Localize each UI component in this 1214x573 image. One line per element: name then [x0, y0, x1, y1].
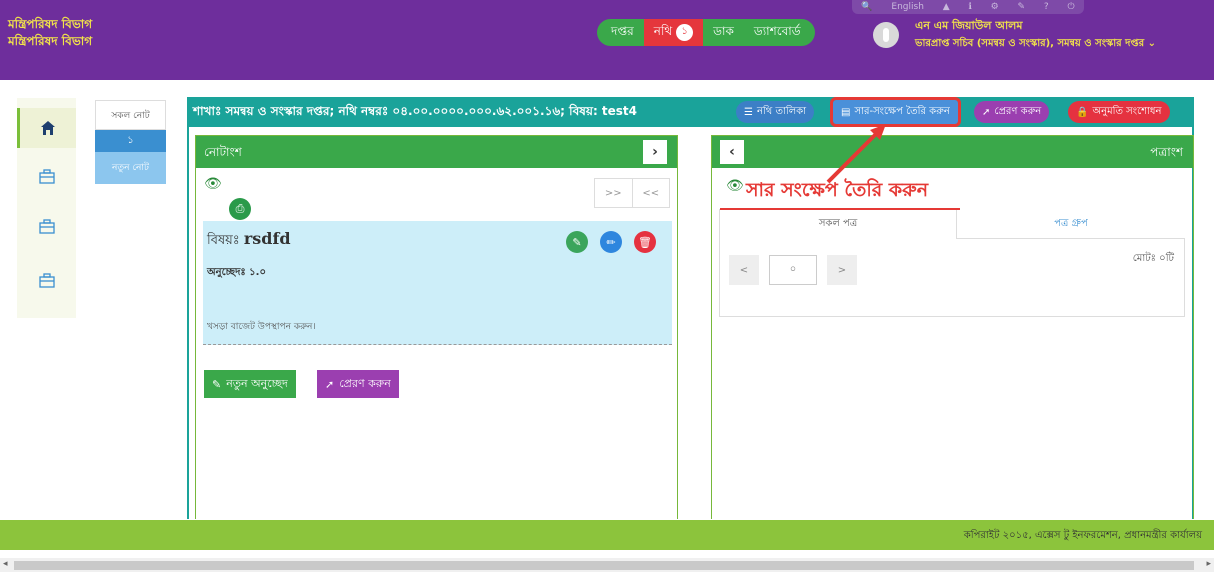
- tab-all-letters[interactable]: সকল পত্র: [719, 209, 957, 239]
- send-icon: ➚: [325, 377, 335, 391]
- letter-tabs: সকল পত্র পত্র গ্রুপ: [719, 209, 1185, 239]
- letter-total: মোটঃ ০টি: [1132, 253, 1174, 264]
- edit-icon[interactable]: ✎: [1018, 2, 1026, 12]
- settings-icon[interactable]: ⚙: [991, 2, 999, 12]
- page-number-input[interactable]: ০: [769, 255, 817, 285]
- letter-panel-title: পত্রাংশ: [1150, 145, 1183, 159]
- user-role-label: ভারপ্রাপ্ত সচিব (সমন্বয় ও সংস্কার), সমন…: [915, 38, 1145, 49]
- scroll-left-icon[interactable]: ◂: [3, 559, 8, 569]
- note-count-badge: ১: [676, 24, 694, 41]
- all-notes-tab[interactable]: সকল নোট: [95, 100, 166, 130]
- scrollbar-thumb[interactable]: [14, 561, 1194, 570]
- scroll-right-icon[interactable]: ▸: [1206, 559, 1211, 569]
- org-name: মন্ত্রিপরিষদ বিভাগ মন্ত্রিপরিষদ বিভাগ: [8, 16, 92, 50]
- document-icon: ▤: [841, 106, 851, 118]
- attachment-icon[interactable]: ✎: [566, 231, 588, 253]
- briefcase-icon[interactable]: [17, 206, 76, 246]
- note-card: বিষয়ঃ rsdfd অনুচ্ছেদঃ ১.০ খসড়া বাজেট উ…: [203, 221, 672, 345]
- nav-dashboard[interactable]: ড্যাশবোর্ড: [743, 19, 815, 46]
- nav-dak[interactable]: ডাক: [703, 19, 744, 46]
- header: মন্ত্রিপরিষদ বিভাগ মন্ত্রিপরিষদ বিভাগ 🔍 …: [0, 0, 1214, 80]
- file-toolbar: শাখাঃ সমন্বয় ও সংস্কার দপ্তর; নথি নম্বর…: [187, 97, 1194, 127]
- letter-panel-header: ‹ পত্রাংশ: [712, 136, 1193, 168]
- note-panel: নোটাংশ › 👁 >> << ⎙ বিষয়ঃ rsdfd অনুচ্ছেদ…: [195, 135, 678, 519]
- language-select[interactable]: English: [891, 2, 924, 12]
- home-icon[interactable]: [17, 108, 76, 148]
- subject-label: বিষয়ঃ: [207, 233, 240, 248]
- note-send-button[interactable]: ➚ প্রেরণ করুন: [317, 370, 399, 398]
- next-page-button[interactable]: >>: [595, 179, 633, 207]
- org-line-1: মন্ত্রিপরিষদ বিভাগ: [8, 17, 93, 31]
- send-icon: ➚: [982, 106, 991, 118]
- user-name: এন এম জিয়াউল আলম: [915, 19, 1023, 32]
- chevron-left-icon[interactable]: ‹: [720, 140, 744, 164]
- briefcase-icon[interactable]: [17, 156, 76, 196]
- paragraph-number: অনুচ্ছেদঃ ১.০: [207, 267, 266, 278]
- file-list-button[interactable]: ☰ নথি তালিকা: [736, 101, 815, 123]
- new-note-button[interactable]: নতুন নোট: [95, 152, 166, 184]
- org-line-2: মন্ত্রিপরিষদ বিভাগ: [8, 34, 93, 48]
- file-list-label: নথি তালিকা: [756, 105, 807, 117]
- new-paragraph-button[interactable]: ✎ নতুন অনুচ্ছেদ: [204, 370, 296, 398]
- create-summary-label: সার-সংক্ষেপ তৈরি করুন: [854, 105, 950, 117]
- eye-icon[interactable]: 👁: [726, 178, 744, 194]
- nav-dashboard-label: ড্যাশবোর্ড: [753, 23, 801, 38]
- note-panel-header: নোটাংশ ›: [196, 136, 677, 168]
- avatar[interactable]: [873, 22, 899, 48]
- prev-page-button[interactable]: <<: [633, 179, 670, 207]
- nav-note-label: নথি: [653, 23, 673, 38]
- left-rail: [17, 98, 76, 318]
- letter-list: < ০ > মোটঃ ০টি: [719, 239, 1185, 317]
- print-icon[interactable]: ⎙: [229, 198, 251, 220]
- nav-office[interactable]: দপ্তর: [597, 19, 644, 46]
- new-paragraph-label: নতুন অনুচ্ছেদ: [226, 376, 288, 390]
- note-pager: >> <<: [594, 178, 670, 208]
- annotation-arrow: [826, 124, 886, 184]
- permission-edit-label: অনুমতি সংশোধন: [1092, 105, 1162, 117]
- permission-edit-button[interactable]: 🔒 অনুমতি সংশোধন: [1068, 101, 1170, 123]
- prev-page-button[interactable]: <: [729, 255, 759, 285]
- tab-letter-group[interactable]: পত্র গ্রুপ: [957, 209, 1185, 239]
- subject-value: rsdfd: [243, 229, 291, 248]
- list-icon: ☰: [744, 106, 753, 118]
- lock-icon: 🔒: [1076, 106, 1089, 118]
- trash-icon[interactable]: 🗑: [634, 231, 656, 253]
- user-role[interactable]: ভারপ্রাপ্ত সচিব (সমন্বয় ও সংস্কার), সমন…: [915, 36, 1156, 53]
- chevron-down-icon[interactable]: ⌄: [1148, 38, 1156, 49]
- chevron-right-icon[interactable]: ›: [643, 140, 667, 164]
- info-icon[interactable]: ℹ: [968, 2, 971, 12]
- pencil-icon[interactable]: ✏: [600, 231, 622, 253]
- breadcrumb: শাখাঃ সমন্বয় ও সংস্কার দপ্তর; নথি নম্বর…: [193, 104, 638, 118]
- note-send-label: প্রেরণ করুন: [339, 376, 391, 390]
- eye-icon[interactable]: 👁: [204, 176, 222, 192]
- note-panel-title: নোটাংশ: [204, 145, 242, 159]
- note-item[interactable]: ১: [95, 130, 166, 152]
- power-icon[interactable]: ⏻: [1067, 2, 1074, 12]
- send-button[interactable]: ➚ প্রেরণ করুন: [974, 101, 1050, 123]
- note-body: খসড়া বাজেট উপস্থাপন করুন।: [207, 322, 316, 332]
- copyright-text: কপিরাইট ২০১৫, এক্সেস টু ইনফরমেশন, প্রধান…: [963, 530, 1202, 541]
- briefcase-icon[interactable]: [17, 260, 76, 300]
- search-icon[interactable]: 🔍: [861, 2, 872, 12]
- horizontal-scrollbar[interactable]: ◂ ▸: [0, 558, 1214, 572]
- next-page-button[interactable]: >: [827, 255, 857, 285]
- nav-office-label: দপ্তর: [611, 23, 634, 38]
- help-icon[interactable]: ?: [1044, 2, 1049, 12]
- main-nav: দপ্তর নথি ১ ডাক ড্যাশবোর্ড: [597, 19, 815, 46]
- note-subject: বিষয়ঃ rsdfd: [207, 229, 291, 252]
- nav-dak-label: ডাক: [713, 23, 734, 38]
- nav-note[interactable]: নথি ১: [643, 19, 704, 46]
- letter-panel: ‹ পত্রাংশ 👁 সার সংক্ষেপ তৈরি করুন সকল পত…: [711, 135, 1194, 519]
- edit-icon: ✎: [212, 377, 222, 391]
- user-icon[interactable]: ▲: [943, 2, 950, 12]
- footer: কপিরাইট ২০১৫, এক্সেস টু ইনফরমেশন, প্রধান…: [0, 520, 1214, 550]
- top-icon-bar: 🔍 English ▲ ℹ ⚙ ✎ ? ⏻: [852, 0, 1084, 14]
- annotation-underline: [720, 208, 960, 210]
- send-label: প্রেরণ করুন: [994, 105, 1042, 117]
